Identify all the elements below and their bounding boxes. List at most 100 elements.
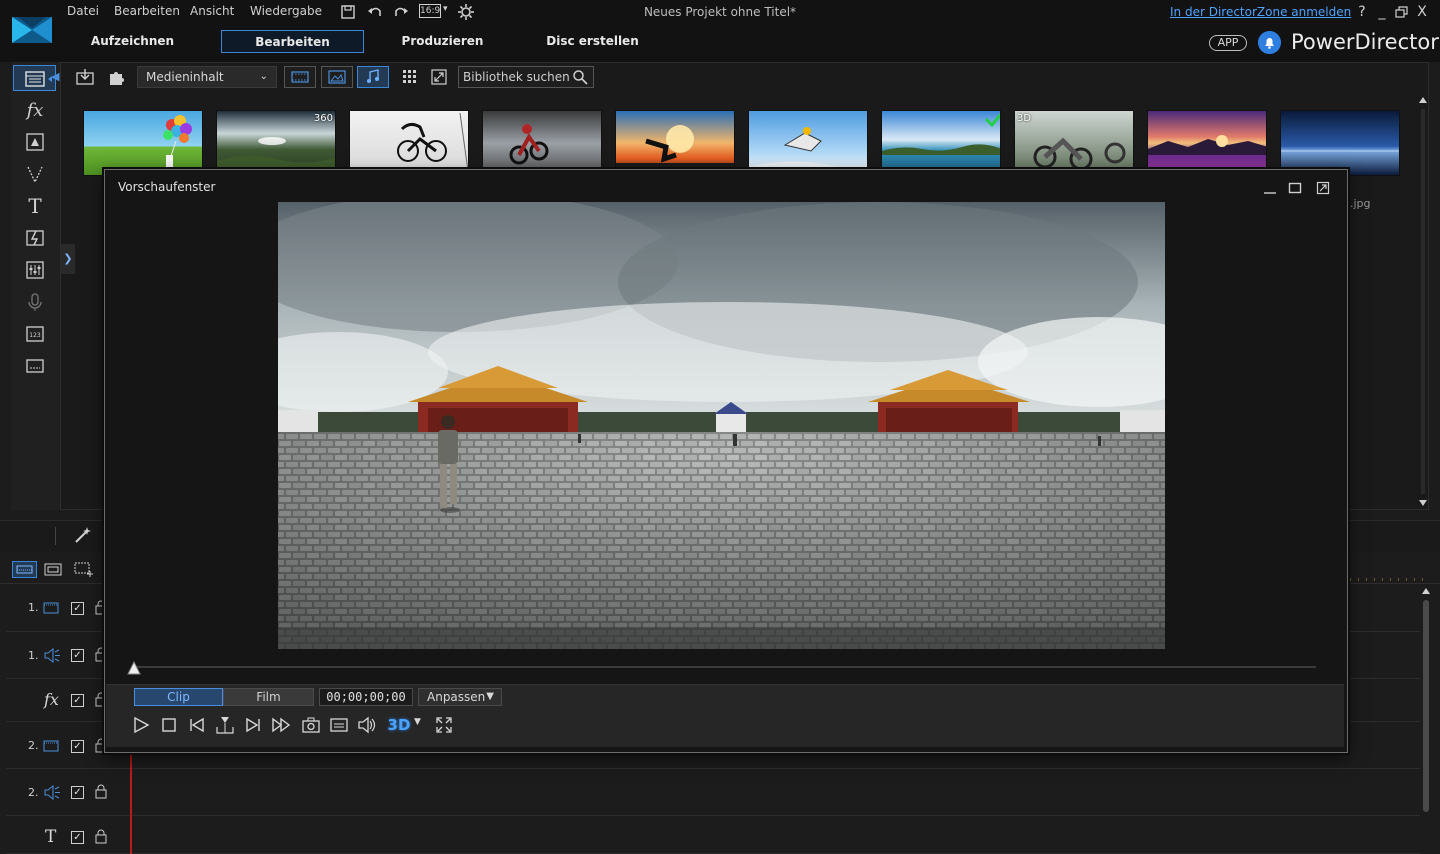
settings-gear-icon[interactable] bbox=[457, 3, 475, 21]
audio-track-icon bbox=[44, 785, 60, 800]
track-enable-checkbox[interactable]: ✓ bbox=[71, 831, 84, 844]
snapshot-camera-icon[interactable] bbox=[301, 715, 321, 735]
clip-mode-button[interactable]: Clip bbox=[134, 688, 223, 706]
menu-edit[interactable]: Bearbeiten bbox=[114, 4, 180, 20]
subtitle-room-icon[interactable] bbox=[22, 354, 48, 378]
notification-bell-icon[interactable] bbox=[1258, 31, 1281, 54]
close-button[interactable]: X bbox=[1414, 4, 1430, 20]
aspect-ratio-button[interactable]: 16:9 bbox=[419, 4, 441, 18]
redo-icon[interactable] bbox=[392, 3, 410, 21]
save-icon[interactable] bbox=[339, 3, 357, 21]
maximize-icon[interactable] bbox=[1288, 181, 1302, 195]
media-thumbnail[interactable] bbox=[615, 110, 735, 176]
fx-room-icon[interactable]: fx bbox=[22, 98, 48, 122]
timeline-scrollbar[interactable] bbox=[1420, 586, 1432, 854]
media-thumbnail[interactable] bbox=[83, 110, 203, 176]
menu-playback[interactable]: Wiedergabe bbox=[250, 4, 322, 20]
timeline-playhead[interactable] bbox=[130, 752, 132, 854]
timecode-display[interactable]: 00;00;00;00 bbox=[319, 688, 413, 706]
video-track-icon bbox=[43, 740, 59, 752]
grid-view-icon[interactable] bbox=[402, 69, 418, 85]
divider bbox=[55, 527, 56, 545]
fullscreen-icon[interactable] bbox=[434, 715, 454, 735]
filter-image-button[interactable] bbox=[321, 66, 353, 88]
chevron-down-icon[interactable]: ▼ bbox=[414, 717, 421, 727]
minimize-icon[interactable] bbox=[1263, 181, 1277, 195]
chevron-down-icon[interactable]: ▾ bbox=[443, 4, 448, 14]
filter-video-button[interactable] bbox=[284, 66, 316, 88]
fit-zoom-select[interactable]: Anpassen ▼ bbox=[418, 688, 502, 706]
track-enable-checkbox[interactable]: ✓ bbox=[71, 786, 84, 799]
chevron-down-icon: ⌄ bbox=[259, 71, 268, 82]
tab-create-disc[interactable]: Disc erstellen bbox=[520, 30, 665, 53]
previous-frame-button[interactable] bbox=[187, 715, 207, 735]
film-mode-button[interactable]: Film bbox=[223, 688, 314, 706]
pip-objects-icon[interactable] bbox=[22, 130, 48, 154]
tab-edit[interactable]: Bearbeiten bbox=[221, 30, 364, 53]
help-button[interactable]: ? bbox=[1354, 4, 1370, 20]
media-room-button[interactable] bbox=[13, 65, 56, 91]
particle-room-icon[interactable] bbox=[22, 162, 48, 186]
media-content-select[interactable]: Medieninhalt ⌄ bbox=[137, 66, 277, 88]
powerdirector-logo bbox=[12, 17, 52, 43]
timeline-view-button[interactable] bbox=[12, 561, 37, 578]
subtitle-toggle-icon[interactable] bbox=[329, 715, 349, 735]
minimize-button[interactable]: _ bbox=[1374, 4, 1390, 20]
track-row bbox=[6, 770, 1420, 816]
media-thumbnail[interactable] bbox=[482, 110, 602, 176]
svg-text:123: 123 bbox=[29, 332, 41, 339]
track-number: 2. bbox=[28, 786, 39, 799]
play-button[interactable] bbox=[131, 715, 151, 735]
split-clip-button[interactable] bbox=[215, 715, 235, 735]
lock-icon[interactable] bbox=[95, 829, 107, 844]
tab-capture[interactable]: Aufzeichnen bbox=[60, 30, 205, 53]
expand-panel-arrow[interactable]: ❯ bbox=[61, 244, 75, 274]
track-enable-checkbox[interactable]: ✓ bbox=[71, 740, 84, 753]
chapter-room-icon[interactable]: 123 bbox=[22, 322, 48, 346]
media-thumbnail[interactable] bbox=[349, 110, 469, 176]
media-thumbnail[interactable]: 360 bbox=[216, 110, 336, 176]
volume-icon[interactable] bbox=[357, 715, 377, 735]
scrub-handle[interactable] bbox=[127, 661, 141, 675]
lock-icon[interactable] bbox=[95, 784, 107, 799]
dock-icon[interactable] bbox=[1316, 181, 1330, 195]
media-thumbnail[interactable] bbox=[1280, 110, 1400, 176]
track-enable-checkbox[interactable]: ✓ bbox=[71, 694, 84, 707]
audio-mixing-icon[interactable] bbox=[22, 258, 48, 282]
library-scrollbar[interactable] bbox=[1417, 95, 1429, 510]
storyboard-view-icon[interactable] bbox=[43, 561, 63, 578]
thumbnail-badge: 360 bbox=[313, 113, 333, 124]
title-room-icon[interactable]: T bbox=[22, 194, 48, 218]
track-enable-checkbox[interactable]: ✓ bbox=[71, 649, 84, 662]
directorzone-login-link[interactable]: In der DirectorZone anmelden bbox=[1170, 5, 1351, 19]
stop-button[interactable] bbox=[159, 715, 179, 735]
menu-file[interactable]: Datei bbox=[67, 4, 99, 20]
media-thumbnail[interactable] bbox=[881, 110, 1001, 176]
import-media-icon[interactable] bbox=[75, 67, 95, 87]
thumbnail-caption: .jpg bbox=[1350, 197, 1371, 210]
3d-mode-button[interactable]: 3D bbox=[387, 715, 411, 735]
app-badge[interactable]: APP bbox=[1209, 35, 1247, 51]
voiceover-microphone-icon[interactable] bbox=[22, 290, 48, 314]
scrub-bar[interactable] bbox=[134, 666, 1316, 668]
tab-produce[interactable]: Produzieren bbox=[370, 30, 515, 53]
track-enable-checkbox[interactable]: ✓ bbox=[71, 602, 84, 615]
undo-icon[interactable] bbox=[366, 3, 384, 21]
menu-view[interactable]: Ansicht bbox=[190, 4, 234, 20]
transition-room-icon[interactable] bbox=[22, 226, 48, 250]
media-thumbnail[interactable] bbox=[748, 110, 868, 176]
fast-forward-button[interactable] bbox=[271, 715, 291, 735]
expand-library-icon[interactable] bbox=[431, 69, 447, 85]
media-thumbnail[interactable] bbox=[1147, 110, 1267, 176]
search-icon[interactable] bbox=[572, 69, 588, 85]
media-thumbnail[interactable]: 3D bbox=[1014, 110, 1134, 176]
track-number: 1. bbox=[28, 601, 39, 614]
magic-tools-icon[interactable] bbox=[74, 526, 94, 544]
next-frame-button[interactable] bbox=[243, 715, 263, 735]
restore-icon[interactable] bbox=[1395, 6, 1408, 18]
track-manager-icon[interactable] bbox=[73, 561, 95, 578]
video-preview-frame[interactable] bbox=[278, 202, 1165, 649]
window-title: Neues Projekt ohne Titel* bbox=[643, 5, 797, 19]
plugin-puzzle-icon[interactable] bbox=[107, 67, 127, 87]
filter-audio-button[interactable] bbox=[357, 66, 389, 88]
